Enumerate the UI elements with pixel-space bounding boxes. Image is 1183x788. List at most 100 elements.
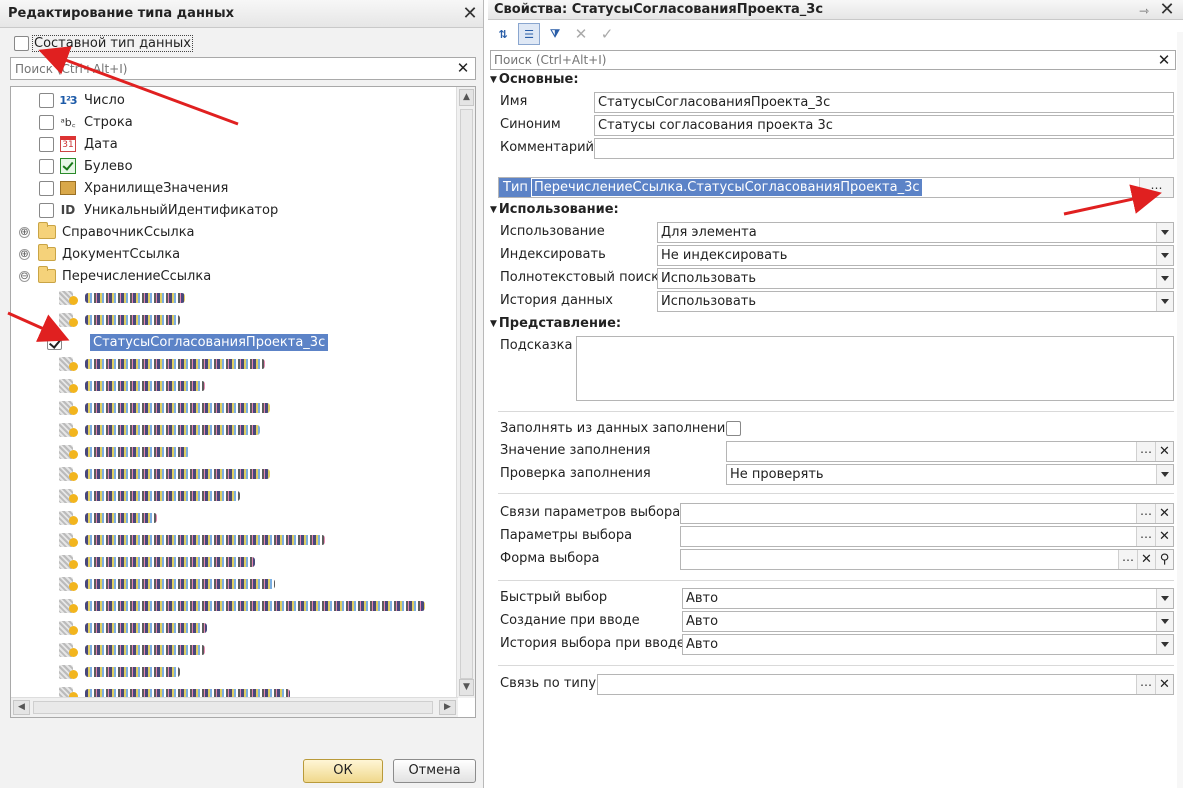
list-item[interactable]: [11, 463, 270, 485]
property-search-box[interactable]: ✕: [490, 50, 1176, 70]
clear-icon[interactable]: ✕: [1137, 550, 1155, 569]
clear-icon[interactable]: ✕: [1155, 504, 1173, 523]
tree-item-date[interactable]: 31 Дата: [39, 133, 118, 155]
tree-item-selected-enum[interactable]: СтатусыСогласованияПроекта_3с: [47, 331, 329, 353]
list-item[interactable]: [11, 507, 157, 529]
close-icon[interactable]: ✕: [1157, 0, 1177, 20]
list-item[interactable]: [11, 595, 425, 617]
type-checkbox[interactable]: [39, 136, 54, 152]
ok-button[interactable]: ОК: [303, 759, 383, 783]
type-checkbox-checked[interactable]: [47, 334, 62, 350]
choose-type-button[interactable]: …: [1139, 178, 1173, 197]
choice-params-field[interactable]: … ✕: [680, 526, 1174, 547]
checkbox-box[interactable]: [14, 35, 29, 51]
list-item[interactable]: [11, 529, 325, 551]
section-presentation[interactable]: ▼ Представление:: [490, 315, 621, 333]
vertical-scrollbar[interactable]: ▲ ▼: [456, 87, 475, 698]
scroll-thumb[interactable]: [33, 701, 433, 714]
tree-item-value-storage[interactable]: ХранилищеЗначения: [39, 177, 228, 199]
categorized-view-icon[interactable]: ☰: [518, 23, 540, 45]
type-search-input[interactable]: [11, 58, 441, 79]
pin-icon[interactable]: ⇾: [1139, 4, 1149, 18]
section-main[interactable]: ▼ Основные:: [490, 71, 579, 89]
cancel-button[interactable]: Отмена: [393, 759, 476, 783]
filter-icon[interactable]: ⧩: [544, 23, 566, 45]
name-field[interactable]: СтатусыСогласованияПроекта_3с: [594, 92, 1174, 113]
choose-button[interactable]: …: [1136, 527, 1155, 546]
choice-links-field[interactable]: … ✕: [680, 503, 1174, 524]
choice-form-field[interactable]: … ✕ ⚲: [680, 549, 1174, 570]
clear-search-icon[interactable]: ✕: [1155, 51, 1173, 69]
chevron-down-icon[interactable]: [1156, 269, 1173, 288]
fulltext-select[interactable]: Использовать: [657, 268, 1174, 289]
tree-item-boolean[interactable]: Булево: [39, 155, 133, 177]
expand-icon[interactable]: ⊕: [19, 226, 30, 238]
type-checkbox[interactable]: [39, 202, 54, 218]
chevron-down-icon[interactable]: [1156, 465, 1173, 484]
list-item[interactable]: [11, 287, 185, 309]
composite-type-checkbox[interactable]: Составной тип данных: [14, 34, 193, 52]
type-checkbox[interactable]: [39, 92, 54, 108]
list-item[interactable]: [11, 353, 265, 375]
list-item[interactable]: [11, 375, 205, 397]
clear-icon[interactable]: ✕: [1155, 527, 1173, 546]
chevron-down-icon[interactable]: [1156, 223, 1173, 242]
tree-item-string[interactable]: ᵃb꜀ Строка: [39, 111, 133, 133]
list-item[interactable]: [11, 397, 270, 419]
list-item[interactable]: [11, 419, 260, 441]
horizontal-scrollbar[interactable]: ◀ ▶: [11, 697, 458, 717]
cancel-icon[interactable]: ✕: [570, 23, 592, 45]
choose-button[interactable]: …: [1118, 550, 1137, 569]
type-checkbox[interactable]: [39, 114, 54, 130]
fill-from-checkbox[interactable]: [726, 421, 741, 436]
chevron-down-icon[interactable]: [1156, 589, 1173, 608]
sort-az-icon[interactable]: ⇅: [492, 23, 514, 45]
scroll-right-icon[interactable]: ▶: [439, 700, 456, 715]
type-checkbox[interactable]: [39, 180, 54, 196]
scroll-up-icon[interactable]: ▲: [459, 89, 474, 106]
index-select[interactable]: Не индексировать: [657, 245, 1174, 266]
hint-textarea[interactable]: [576, 336, 1174, 401]
composite-type-label[interactable]: Составной тип данных: [32, 34, 193, 52]
property-search-input[interactable]: [491, 51, 1141, 69]
clear-icon[interactable]: ✕: [1155, 442, 1173, 461]
panel-scrollbar[interactable]: [1177, 32, 1183, 788]
section-usage[interactable]: ▼ Использование:: [490, 201, 619, 219]
expand-icon[interactable]: ⊕: [19, 248, 30, 260]
type-checkbox[interactable]: [39, 158, 54, 174]
chevron-down-icon[interactable]: [1156, 612, 1173, 631]
list-item[interactable]: [11, 441, 190, 463]
type-search-box[interactable]: ✕: [10, 57, 476, 80]
chevron-down-icon[interactable]: [1156, 246, 1173, 265]
fill-value-field[interactable]: … ✕: [726, 441, 1174, 462]
fill-check-select[interactable]: Не проверять: [726, 464, 1174, 485]
scroll-down-icon[interactable]: ▼: [459, 679, 474, 696]
clear-search-icon[interactable]: ✕: [454, 59, 472, 78]
list-item[interactable]: [11, 617, 207, 639]
list-item[interactable]: [11, 661, 180, 683]
open-search-icon[interactable]: ⚲: [1155, 550, 1173, 569]
history-select[interactable]: Использовать: [657, 291, 1174, 312]
choose-button[interactable]: …: [1136, 675, 1155, 694]
tree-item-number[interactable]: 1²3 Число: [39, 89, 125, 111]
type-field[interactable]: Тип ПеречислениеСсылка.СтатусыСогласован…: [498, 177, 1174, 198]
type-link-field[interactable]: … ✕: [597, 674, 1174, 695]
collapse-icon[interactable]: ⊖: [19, 270, 30, 282]
list-item[interactable]: [11, 573, 275, 595]
scroll-left-icon[interactable]: ◀: [13, 700, 30, 715]
use-select[interactable]: Для элемента: [657, 222, 1174, 243]
quick-choice-select[interactable]: Авто: [682, 588, 1174, 609]
choice-history-select[interactable]: Авто: [682, 634, 1174, 655]
scroll-thumb[interactable]: [460, 109, 473, 679]
tree-group-catalog-ref[interactable]: ⊕ СправочникСсылка: [19, 221, 195, 243]
chevron-down-icon[interactable]: [1156, 292, 1173, 311]
tree-group-enum-ref[interactable]: ⊖ ПеречислениеСсылка: [19, 265, 211, 287]
tree-group-document-ref[interactable]: ⊕ ДокументСсылка: [19, 243, 180, 265]
collapse-icon[interactable]: ▼: [490, 315, 497, 333]
list-item[interactable]: [11, 485, 240, 507]
clear-icon[interactable]: ✕: [1155, 675, 1173, 694]
collapse-icon[interactable]: ▼: [490, 71, 497, 89]
create-on-input-select[interactable]: Авто: [682, 611, 1174, 632]
list-item[interactable]: [11, 309, 180, 331]
list-item[interactable]: [11, 639, 205, 661]
